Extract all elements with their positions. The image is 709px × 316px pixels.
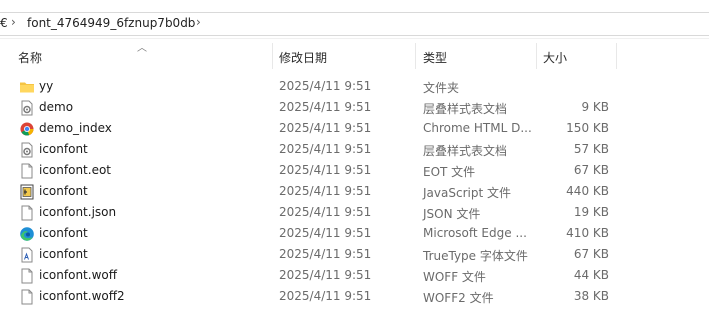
- chrome-icon: [20, 122, 34, 136]
- file-row[interactable]: demo_index 2025/4/11 9:51 Chrome HTML D.…: [0, 118, 709, 139]
- file-type: EOT 文件: [423, 165, 476, 179]
- file-name: yy: [39, 79, 54, 93]
- column-divider[interactable]: [415, 43, 416, 69]
- file-size: 57 KB: [573, 142, 609, 156]
- file-modified: 2025/4/11 9:51: [279, 226, 372, 240]
- file-row[interactable]: iconfont.woff2 2025/4/11 9:51 WOFF2 文件 3…: [0, 286, 709, 307]
- file-modified: 2025/4/11 9:51: [279, 79, 372, 93]
- chevron-right-icon[interactable]: ›: [196, 15, 201, 29]
- file-size: 9 KB: [581, 100, 609, 114]
- file-row[interactable]: yy 2025/4/11 9:51 文件夹: [0, 76, 709, 97]
- css-gear-icon: [21, 142, 33, 158]
- file-size: 150 KB: [566, 121, 609, 135]
- file-modified: 2025/4/11 9:51: [279, 268, 372, 282]
- blank-file-icon: [21, 205, 33, 221]
- column-header-size[interactable]: 大小: [543, 49, 567, 66]
- file-size: 67 KB: [573, 247, 609, 261]
- file-name: iconfont: [39, 142, 88, 156]
- file-list: yy 2025/4/11 9:51 文件夹 demo 2025/4/11 9:5…: [0, 76, 709, 307]
- breadcrumb[interactable]: € › font_4764949_6fznup7b0db ›: [0, 12, 709, 36]
- column-divider[interactable]: [272, 43, 273, 69]
- sort-ascending-icon: ︿: [137, 43, 147, 54]
- column-header-name[interactable]: 名称: [18, 49, 42, 66]
- file-size: 440 KB: [566, 184, 609, 198]
- file-name: iconfont.woff: [39, 268, 117, 282]
- file-name: iconfont.json: [39, 205, 117, 219]
- file-modified: 2025/4/11 9:51: [279, 247, 372, 261]
- blank-file-icon: [21, 163, 33, 179]
- file-type: 文件夹: [423, 81, 460, 95]
- file-type: 层叠样式表文档: [423, 102, 508, 116]
- file-row[interactable]: iconfont.json 2025/4/11 9:51 JSON 文件 19 …: [0, 202, 709, 223]
- file-type: TrueType 字体文件: [423, 249, 528, 263]
- file-size: 67 KB: [573, 163, 609, 177]
- file-row[interactable]: iconfont.woff 2025/4/11 9:51 WOFF 文件 44 …: [0, 265, 709, 286]
- file-name: iconfont: [39, 226, 88, 240]
- font-file-icon: [21, 247, 33, 263]
- chevron-right-icon[interactable]: ›: [11, 15, 16, 29]
- edge-icon: [20, 227, 34, 241]
- file-type: WOFF 文件: [423, 270, 486, 284]
- file-name: iconfont: [39, 247, 88, 261]
- file-type: JSON 文件: [423, 207, 481, 221]
- file-modified: 2025/4/11 9:51: [279, 205, 372, 219]
- file-modified: 2025/4/11 9:51: [279, 121, 372, 135]
- file-row[interactable]: iconfont.eot 2025/4/11 9:51 EOT 文件 67 KB: [0, 160, 709, 181]
- file-modified: 2025/4/11 9:51: [279, 289, 372, 303]
- css-gear-icon: [21, 100, 33, 116]
- file-type: Chrome HTML D...: [423, 121, 532, 135]
- blank-file-icon: [21, 268, 33, 284]
- breadcrumb-current-folder[interactable]: font_4764949_6fznup7b0db: [27, 16, 195, 30]
- file-modified: 2025/4/11 9:51: [279, 184, 372, 198]
- column-divider[interactable]: [616, 43, 617, 69]
- file-type: WOFF2 文件: [423, 291, 494, 305]
- column-divider[interactable]: [536, 43, 537, 69]
- file-size: 410 KB: [566, 226, 609, 240]
- file-type: JavaScript 文件: [423, 186, 511, 200]
- file-name: iconfont.woff2: [39, 289, 125, 303]
- file-modified: 2025/4/11 9:51: [279, 100, 372, 114]
- file-row[interactable]: iconfont 2025/4/11 9:51 层叠样式表文档 57 KB: [0, 139, 709, 160]
- file-name: iconfont: [39, 184, 88, 198]
- breadcrumb-previous[interactable]: €: [0, 16, 8, 30]
- file-row[interactable]: iconfont 2025/4/11 9:51 TrueType 字体文件 67…: [0, 244, 709, 265]
- file-name: demo: [39, 100, 74, 114]
- file-row[interactable]: iconfont 2025/4/11 9:51 Microsoft Edge .…: [0, 223, 709, 244]
- column-header-type[interactable]: 类型: [423, 49, 447, 66]
- file-type: Microsoft Edge ...: [423, 226, 527, 240]
- folder-icon: [20, 82, 34, 93]
- file-name: iconfont.eot: [39, 163, 111, 177]
- file-size: 19 KB: [573, 205, 609, 219]
- file-row[interactable]: demo 2025/4/11 9:51 层叠样式表文档 9 KB: [0, 97, 709, 118]
- file-size: 38 KB: [573, 289, 609, 303]
- column-header: ︿ 名称 修改日期 类型 大小: [0, 39, 709, 71]
- address-bar: € › font_4764949_6fznup7b0db ›: [0, 0, 709, 39]
- file-row[interactable]: iconfont 2025/4/11 9:51 JavaScript 文件 44…: [0, 181, 709, 202]
- js-file-icon: [20, 184, 34, 200]
- column-header-modified[interactable]: 修改日期: [279, 49, 327, 66]
- file-modified: 2025/4/11 9:51: [279, 142, 372, 156]
- file-name: demo_index: [39, 121, 112, 135]
- file-modified: 2025/4/11 9:51: [279, 163, 372, 177]
- file-size: 44 KB: [573, 268, 609, 282]
- blank-file-icon: [21, 289, 33, 305]
- file-type: 层叠样式表文档: [423, 144, 508, 158]
